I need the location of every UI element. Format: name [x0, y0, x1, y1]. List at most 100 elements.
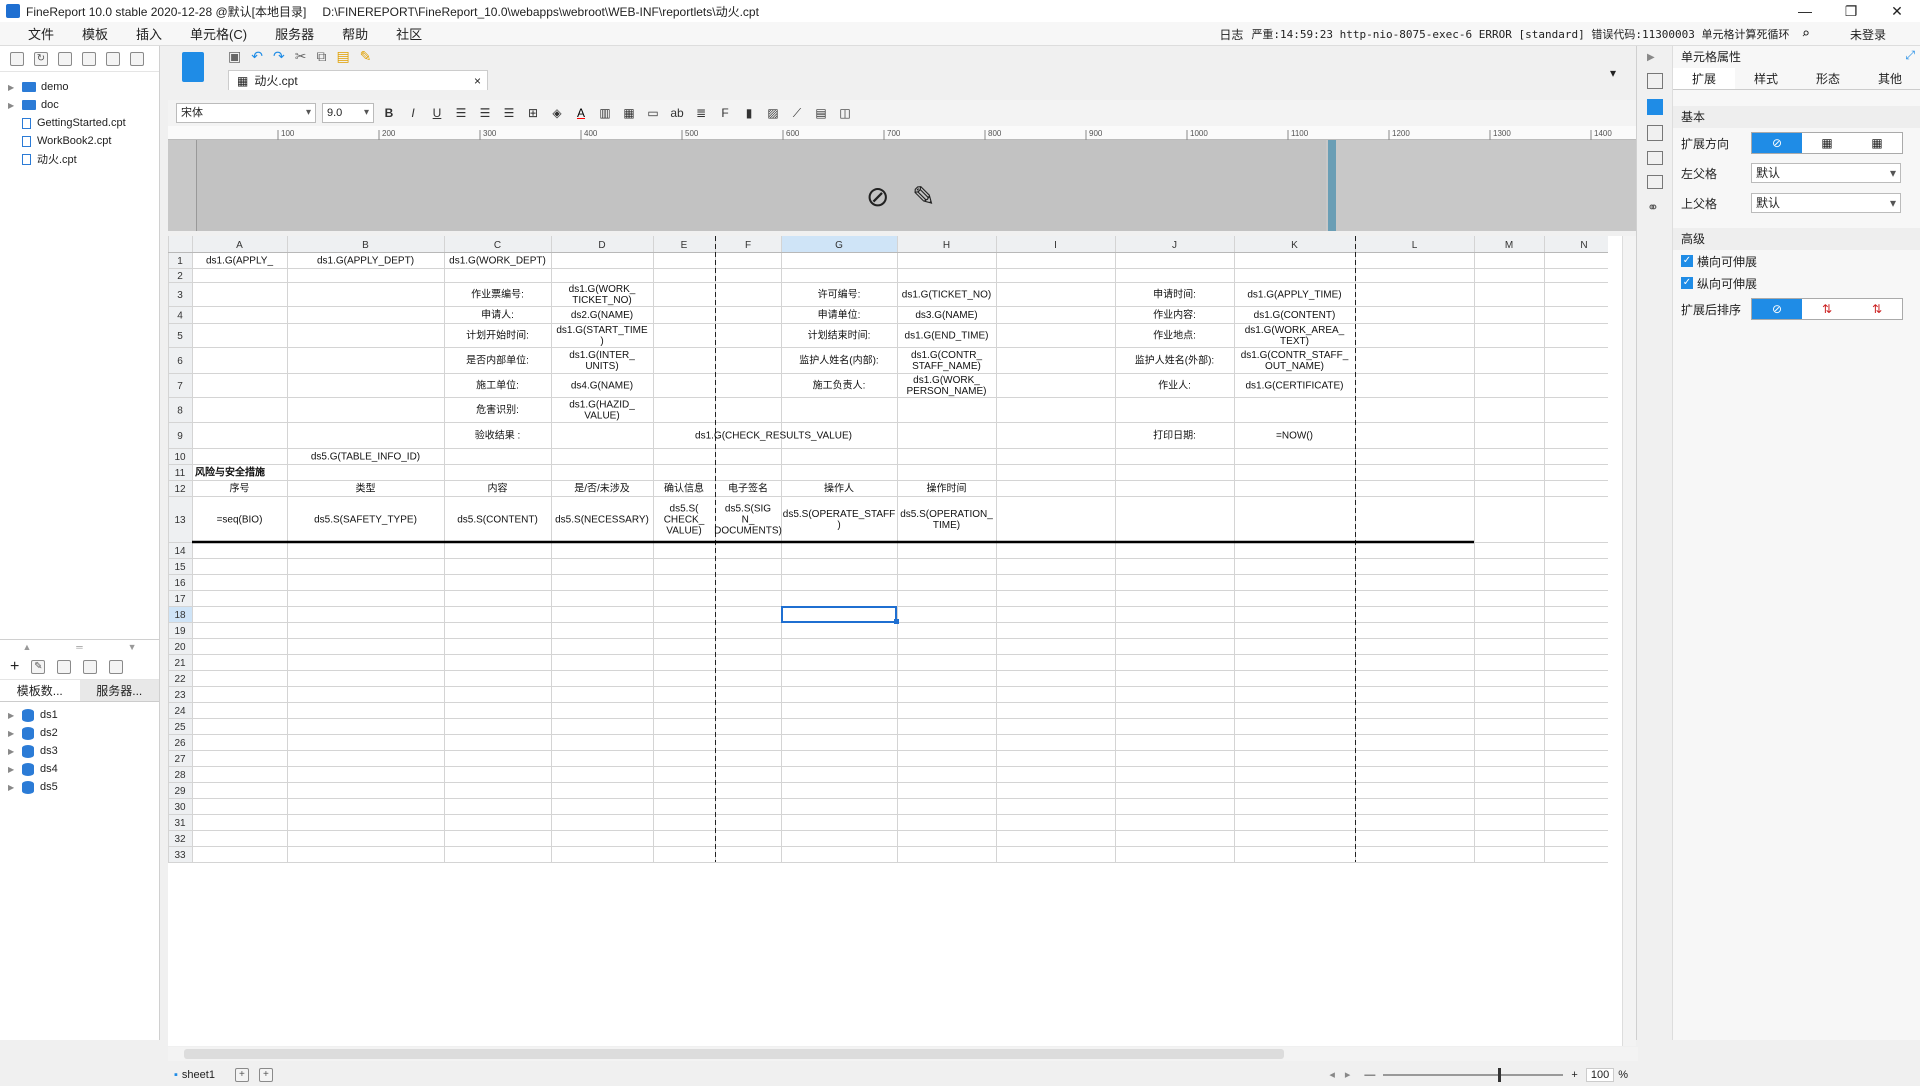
subreport-icon[interactable]: ▤: [812, 104, 830, 122]
row-header[interactable]: 2: [177, 271, 183, 282]
column-header[interactable]: I: [1054, 240, 1057, 251]
column-header[interactable]: B: [362, 240, 369, 251]
cell-text[interactable]: ds1.G(END_TIME): [905, 331, 989, 342]
cell-text[interactable]: 许可编号:: [818, 288, 861, 301]
left-parent-select[interactable]: 默认: [1751, 163, 1901, 183]
cell-text[interactable]: 作业票编号:: [471, 288, 524, 301]
cell-text[interactable]: 操作时间: [927, 482, 967, 495]
column-header[interactable]: K: [1291, 240, 1298, 251]
params-icon[interactable]: [109, 659, 124, 674]
align-right-icon[interactable]: ☰: [500, 104, 518, 122]
login-status[interactable]: 未登录: [1850, 26, 1886, 43]
cell-text[interactable]: ds1.G(APPLY_: [206, 256, 274, 267]
cell-text[interactable]: ds1.G(WORK_AREA_ TEXT): [1245, 325, 1345, 347]
row-header[interactable]: 29: [174, 786, 186, 797]
tab-other[interactable]: 其他: [1859, 68, 1920, 89]
menu-cell[interactable]: 单元格(C): [176, 24, 261, 43]
row-header[interactable]: 8: [177, 406, 183, 417]
column-header[interactable]: D: [598, 240, 605, 251]
expand-arrow-icon[interactable]: ▶: [8, 101, 18, 110]
cell-text[interactable]: 申请时间:: [1153, 288, 1196, 301]
slash-icon[interactable]: ⟋: [788, 104, 806, 122]
bold-icon[interactable]: B: [380, 104, 398, 122]
zoom-thumb[interactable]: [1498, 1067, 1502, 1082]
row-header[interactable]: 3: [177, 290, 183, 301]
text-cell-icon[interactable]: ▭: [644, 104, 662, 122]
selection-handle[interactable]: [894, 619, 899, 624]
cell-text[interactable]: ds1.G(INTER_ UNITS): [569, 350, 635, 372]
cell-text[interactable]: ds1.G(START_TIME): [556, 325, 648, 347]
image-icon[interactable]: ▨: [764, 104, 782, 122]
page-next-icon[interactable]: ▸: [1345, 1068, 1351, 1081]
checkbox-checked-icon[interactable]: ✓: [1681, 277, 1693, 289]
tab-document[interactable]: ▦ 动火.cpt ×: [228, 70, 488, 90]
menu-file[interactable]: 文件: [14, 24, 68, 43]
maximize-button[interactable]: ❐: [1828, 0, 1874, 22]
dataset-item[interactable]: ▶ ds5: [0, 778, 159, 796]
undo-icon[interactable]: ↶: [251, 48, 263, 65]
unmerge-icon[interactable]: ▦: [620, 104, 638, 122]
section-basic[interactable]: 基本: [1673, 106, 1920, 128]
grip-icon[interactable]: ═: [76, 642, 82, 652]
cell-text[interactable]: 危害识别:: [476, 403, 519, 416]
cell-text[interactable]: ds1.G(CERTIFICATE): [1246, 381, 1344, 392]
column-header[interactable]: G: [835, 240, 843, 251]
cell-text[interactable]: 是否内部单位:: [466, 354, 529, 367]
column-header[interactable]: E: [681, 240, 688, 251]
horizontal-expand-icon[interactable]: ▦: [1852, 133, 1902, 153]
cell-text[interactable]: 作业内容:: [1153, 308, 1196, 321]
cell-text[interactable]: ds1.G(APPLY_TIME): [1247, 290, 1341, 301]
menu-community[interactable]: 社区: [382, 24, 436, 43]
italic-icon[interactable]: I: [404, 104, 422, 122]
merge-icon[interactable]: ▥: [596, 104, 614, 122]
cell-text[interactable]: 施工负责人:: [813, 379, 866, 392]
row-header[interactable]: 5: [177, 331, 183, 342]
spreadsheet-grid[interactable]: A B C D E F G H I J K L M N12345678910111213141516171…: [168, 236, 1622, 1046]
sheet-tab[interactable]: sheet1: [182, 1069, 215, 1081]
chart-icon[interactable]: ▮: [740, 104, 758, 122]
row-header[interactable]: 31: [174, 818, 186, 829]
row-header[interactable]: 14: [174, 546, 186, 557]
zoom-in-icon[interactable]: +: [1571, 1069, 1577, 1081]
row-header[interactable]: 26: [174, 738, 186, 749]
locate-icon[interactable]: [82, 51, 96, 66]
column-header[interactable]: N: [1580, 240, 1587, 251]
panel-toggle-icon[interactable]: ▶: [1647, 52, 1672, 63]
tab-template-datasets[interactable]: 模板数...: [0, 680, 80, 701]
delete-icon[interactable]: [130, 51, 144, 66]
no-sort-icon[interactable]: ⊘: [1752, 299, 1802, 319]
rich-text-icon[interactable]: ≣: [692, 104, 710, 122]
search-icon[interactable]: ⌕: [1802, 26, 1810, 42]
tree-folder-demo[interactable]: ▶ demo: [0, 78, 159, 96]
edit-pencil-icon[interactable]: ✎: [912, 180, 935, 213]
column-header[interactable]: H: [943, 240, 950, 251]
format-painter-icon[interactable]: ✎: [360, 48, 372, 65]
sort-desc-icon[interactable]: ⇅: [1852, 299, 1902, 319]
paste-icon[interactable]: ▤: [336, 48, 349, 65]
row-header[interactable]: 32: [174, 834, 186, 845]
pin-icon[interactable]: ⤢: [1905, 48, 1915, 63]
column-header[interactable]: A: [236, 240, 243, 251]
log-label[interactable]: 日志: [1219, 26, 1243, 43]
cell-text[interactable]: ds1.G(CONTR_STAFF_ OUT_NAME): [1241, 350, 1349, 372]
expand-arrow-icon[interactable]: ▶: [8, 83, 18, 92]
float-element-icon[interactable]: [1647, 125, 1663, 141]
cell-text[interactable]: 监护人姓名(内部):: [799, 354, 878, 367]
cell-attr-icon[interactable]: [1647, 99, 1663, 115]
checkbox-checked-icon[interactable]: ✓: [1681, 255, 1693, 267]
row-header[interactable]: 28: [174, 770, 186, 781]
vertical-scrollbar[interactable]: [1622, 236, 1636, 1046]
formula-icon[interactable]: F: [716, 104, 734, 122]
row-header[interactable]: 10: [174, 452, 186, 463]
refresh-icon[interactable]: ↻: [34, 51, 48, 66]
row-header[interactable]: 25: [174, 722, 186, 733]
cell-text[interactable]: ds4.G(NAME): [571, 381, 633, 392]
widget-icon[interactable]: [1647, 151, 1663, 165]
cell-text[interactable]: 作业人:: [1158, 380, 1191, 392]
collapse-icon[interactable]: [58, 51, 72, 66]
row-header[interactable]: 1: [177, 256, 183, 267]
column-header[interactable]: L: [1412, 240, 1418, 251]
cell-text[interactable]: ds1.G(APPLY_DEPT): [317, 256, 414, 267]
no-expand-icon[interactable]: ⊘: [1752, 133, 1802, 153]
rename-icon[interactable]: [106, 51, 120, 66]
